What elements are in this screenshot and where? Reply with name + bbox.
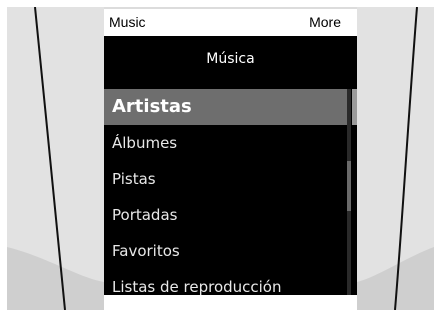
menu-item-label: Pistas <box>112 170 156 188</box>
menu-item-covers[interactable]: Portadas <box>104 197 347 233</box>
menu-item-tracks[interactable]: Pistas <box>104 161 347 197</box>
menu-title: Música <box>206 51 255 67</box>
right-softkey[interactable]: More <box>309 14 341 30</box>
softkey-bar: Music More <box>104 9 357 36</box>
menu-item-artists[interactable]: Artistas <box>104 89 347 125</box>
menu-item-label: Portadas <box>112 206 178 224</box>
bottom-bar <box>104 295 357 315</box>
menu-item-albums[interactable]: Álbumes <box>104 125 347 161</box>
menu-item-label: Listas de reproducción <box>112 278 282 296</box>
scrollbar-thumb[interactable] <box>347 161 351 211</box>
selection-indicator <box>352 89 357 125</box>
device-screen: Music More Música Artistas Álbumes Pista… <box>104 9 357 315</box>
menu-item-label: Álbumes <box>112 134 178 152</box>
left-softkey[interactable]: Music <box>109 14 146 30</box>
menu-item-favorites[interactable]: Favoritos <box>104 233 347 269</box>
menu-item-label: Artistas <box>112 96 192 117</box>
menu-item-label: Favoritos <box>112 242 180 260</box>
